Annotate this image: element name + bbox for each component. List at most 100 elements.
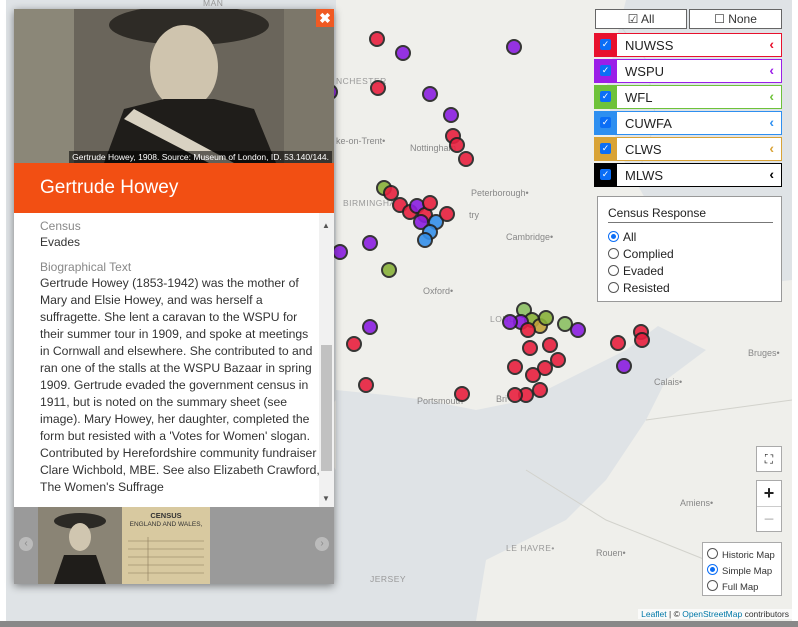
layer-row-0[interactable]: ✓ NUWSS ‹ — [594, 33, 782, 57]
place-cambridge: Cambridge• — [506, 232, 554, 242]
scroll-up-icon[interactable]: ▲ — [322, 221, 330, 230]
radio-all[interactable]: All — [608, 230, 636, 244]
select-all-button[interactable]: ☑ All — [595, 9, 687, 29]
portrait-photo: Gertrude Howey, 1908. Source: Museum of … — [14, 9, 334, 163]
layer-label: CUWFA — [625, 116, 672, 131]
layer-checkbox[interactable]: ✓ — [600, 143, 611, 154]
map-marker[interactable] — [454, 386, 470, 402]
zoom-in-button[interactable]: + — [757, 481, 781, 507]
map-marker[interactable] — [362, 235, 378, 251]
map-marker[interactable] — [634, 332, 650, 348]
map-marker[interactable] — [369, 31, 385, 47]
map-marker[interactable] — [332, 244, 348, 260]
details-scrollbar[interactable]: ▲ ▼ — [319, 213, 334, 507]
map-marker[interactable] — [358, 377, 374, 393]
popup-details[interactable]: Census Evades Biographical Text Gertrude… — [14, 213, 334, 507]
chevron-left-icon[interactable]: ‹ — [769, 62, 774, 78]
radio-dot[interactable] — [608, 265, 619, 276]
fullscreen-icon[interactable]: ⛶ — [756, 446, 782, 472]
map-marker[interactable] — [610, 335, 626, 351]
radio-complied[interactable]: Complied — [608, 247, 674, 261]
layer-row-3[interactable]: ✓ CUWFA ‹ — [594, 111, 782, 135]
radio-dot[interactable] — [707, 548, 718, 559]
gallery-thumb-portrait[interactable] — [38, 507, 122, 584]
radio-evaded[interactable]: Evaded — [608, 264, 664, 278]
radio-dot[interactable] — [608, 231, 619, 242]
map-marker[interactable] — [502, 314, 518, 330]
map-marker[interactable] — [362, 319, 378, 335]
photo-caption: Gertrude Howey, 1908. Source: Museum of … — [69, 151, 332, 163]
layer-label: WSPU — [625, 64, 664, 79]
maptype-simple[interactable]: Simple Map — [707, 564, 772, 577]
map-marker[interactable] — [422, 86, 438, 102]
map-marker[interactable] — [507, 359, 523, 375]
chevron-left-icon[interactable]: ‹ — [769, 88, 774, 104]
map-marker[interactable] — [522, 340, 538, 356]
census-value: Evades — [40, 235, 81, 249]
maptype-historic[interactable]: Historic Map — [707, 548, 775, 561]
scroll-thumb[interactable] — [321, 345, 332, 471]
map-marker[interactable] — [422, 195, 438, 211]
map-marker[interactable] — [520, 322, 536, 338]
scroll-down-icon[interactable]: ▼ — [322, 494, 330, 503]
map-marker[interactable] — [542, 337, 558, 353]
layer-row-5[interactable]: ✓ MLWS ‹ — [594, 163, 782, 187]
census-response-filter: Census Response All Complied Evaded Resi… — [597, 196, 782, 302]
layer-row-1[interactable]: ✓ WSPU ‹ — [594, 59, 782, 83]
chevron-left-icon[interactable]: ‹ — [769, 114, 774, 130]
map-marker[interactable] — [381, 262, 397, 278]
leaflet-link[interactable]: Leaflet — [641, 609, 667, 619]
chevron-left-icon[interactable]: ‹ — [769, 166, 774, 182]
map-marker[interactable] — [532, 382, 548, 398]
layer-label: MLWS — [625, 168, 664, 183]
layer-checkbox[interactable]: ✓ — [600, 91, 611, 102]
bio-label: Biographical Text — [40, 260, 132, 274]
layer-row-2[interactable]: ✓ WFL ‹ — [594, 85, 782, 109]
map-marker[interactable] — [458, 151, 474, 167]
chevron-left-icon[interactable]: ‹ — [769, 36, 774, 52]
maptype-historic-label: Historic Map — [722, 550, 775, 561]
map-marker[interactable] — [507, 387, 523, 403]
layer-row-4[interactable]: ✓ CLWS ‹ — [594, 137, 782, 161]
chevron-left-icon[interactable]: ‹ — [769, 140, 774, 156]
map-marker[interactable] — [370, 80, 386, 96]
radio-dot[interactable] — [707, 580, 718, 591]
place-calais: Calais• — [654, 377, 683, 387]
osm-link[interactable]: OpenStreetMap — [682, 609, 742, 619]
map-marker[interactable] — [439, 206, 455, 222]
close-icon[interactable]: ✖ — [316, 9, 334, 27]
layer-checkbox[interactable]: ✓ — [600, 169, 611, 180]
map-marker[interactable] — [417, 232, 433, 248]
select-none-button[interactable]: ☐ None — [689, 9, 782, 29]
place-stoke: ke-on-Trent• — [336, 136, 386, 146]
radio-complied-label: Complied — [623, 247, 674, 261]
map-marker[interactable] — [506, 39, 522, 55]
map-type-selector: Historic Map Simple Map Full Map — [702, 542, 782, 596]
gallery-next-icon[interactable]: › — [315, 537, 329, 551]
radio-dot[interactable] — [608, 248, 619, 259]
map-marker[interactable] — [443, 107, 459, 123]
layer-checkbox[interactable]: ✓ — [600, 39, 611, 50]
map-marker[interactable] — [537, 360, 553, 376]
place-bruges: Bruges• — [748, 348, 780, 358]
zoom-control: + − — [756, 480, 782, 532]
radio-dot[interactable] — [608, 282, 619, 293]
place-oxford: Oxford• — [423, 286, 454, 296]
radio-resisted[interactable]: Resisted — [608, 281, 670, 295]
gallery-thumb-census[interactable]: CENSUS ENGLAND AND WALES, — [122, 507, 210, 584]
map-marker[interactable] — [538, 310, 554, 326]
layer-checkbox[interactable]: ✓ — [600, 65, 611, 76]
layer-checkbox[interactable]: ✓ — [600, 117, 611, 128]
radio-dot[interactable] — [707, 564, 718, 575]
zoom-out-button[interactable]: − — [757, 507, 781, 532]
map-marker[interactable] — [395, 45, 411, 61]
map-marker[interactable] — [616, 358, 632, 374]
person-popup: Gertrude Howey, 1908. Source: Museum of … — [14, 9, 334, 584]
census-doc-title: CENSUS — [150, 511, 182, 520]
map-marker[interactable] — [346, 336, 362, 352]
bottom-bar — [0, 621, 798, 627]
map-marker[interactable] — [570, 322, 586, 338]
place-brighton: Bri — [496, 394, 507, 404]
maptype-full[interactable]: Full Map — [707, 580, 758, 593]
gallery-prev-icon[interactable]: ‹ — [19, 537, 33, 551]
